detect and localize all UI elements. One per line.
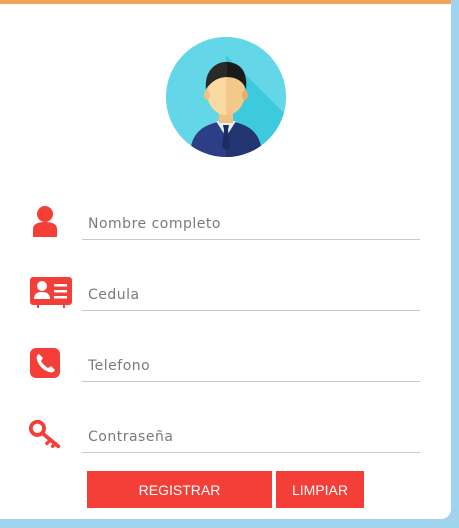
key-icon: [28, 417, 62, 451]
cedula-input[interactable]: [82, 279, 420, 311]
register-button[interactable]: REGISTRAR: [87, 471, 272, 508]
field-cedula: [0, 275, 451, 345]
user-icon: [28, 204, 62, 238]
password-input[interactable]: [82, 421, 420, 453]
clear-button[interactable]: LIMPIAR: [276, 471, 364, 508]
field-telefono: [0, 346, 451, 416]
full-name-input[interactable]: [82, 208, 420, 240]
registration-card: REGISTRAR LIMPIAR: [0, 0, 451, 519]
id-card-icon: [29, 275, 73, 309]
field-full-name: [0, 204, 451, 274]
avatar: [166, 37, 286, 157]
user-avatar-icon: [166, 37, 286, 157]
telefono-input[interactable]: [82, 350, 420, 382]
phone-icon: [28, 346, 62, 380]
